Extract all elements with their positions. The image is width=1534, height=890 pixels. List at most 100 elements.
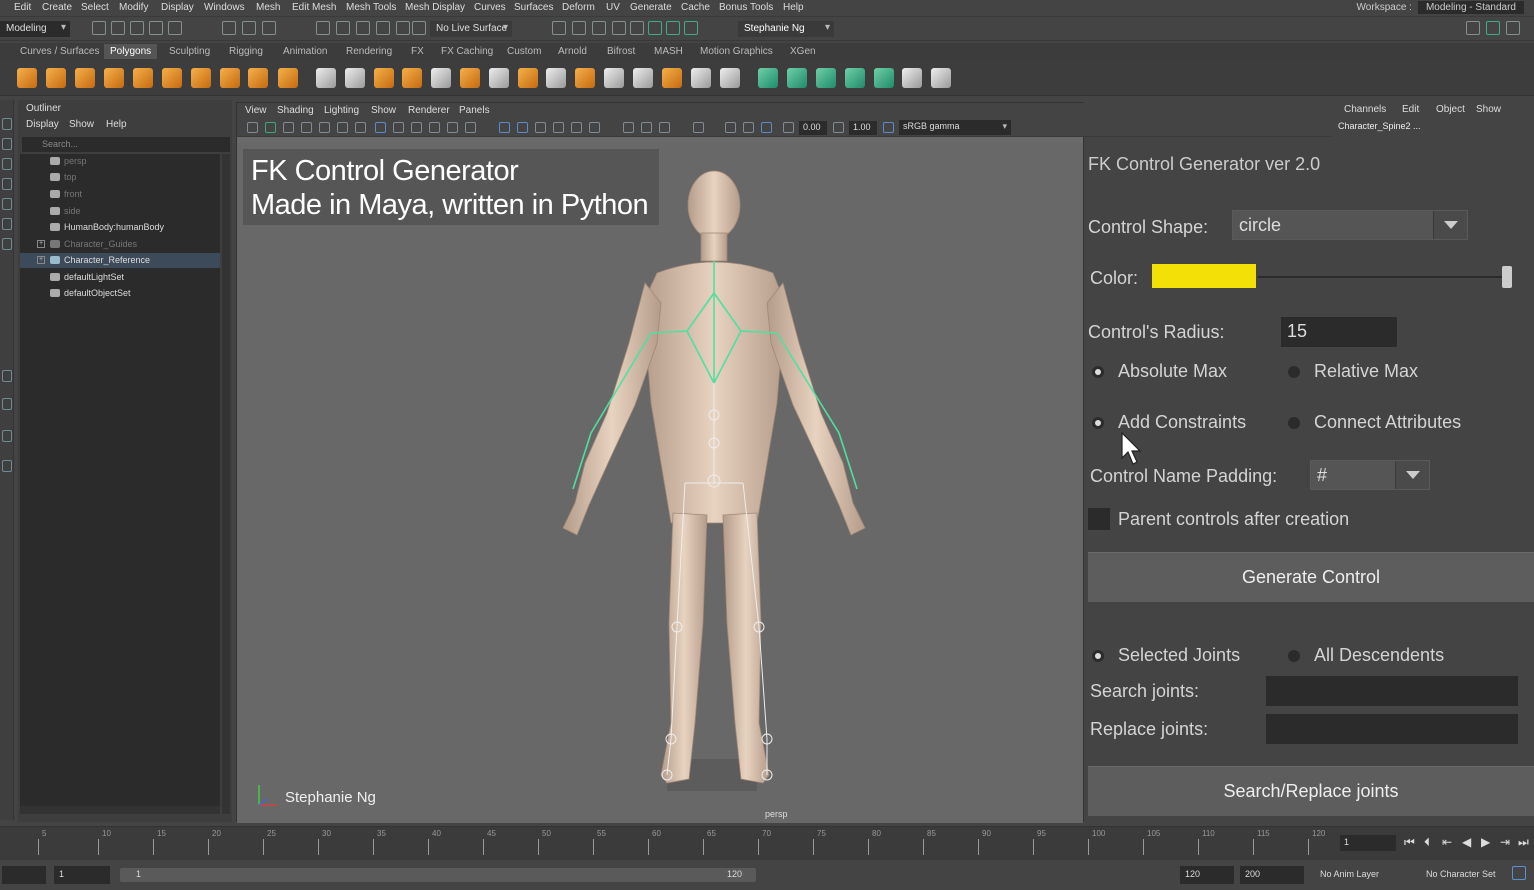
viewport-menu-view[interactable]: View bbox=[245, 105, 267, 116]
select-edge-loop-icon[interactable] bbox=[758, 68, 778, 88]
render-frame-icon[interactable] bbox=[572, 21, 586, 35]
play-forwards-icon[interactable]: ▶ bbox=[1481, 835, 1490, 849]
outliner-menu-display[interactable]: Display bbox=[26, 119, 59, 130]
menu-curves[interactable]: Curves bbox=[474, 2, 506, 13]
ambient-occlusion-icon[interactable] bbox=[553, 122, 564, 133]
shelf-tab-animation[interactable]: Animation bbox=[283, 46, 327, 57]
color-slider-handle[interactable] bbox=[1502, 266, 1512, 288]
outliner-menu-show[interactable]: Show bbox=[69, 119, 94, 130]
save-scene-icon[interactable] bbox=[130, 21, 144, 35]
playback-start-field[interactable]: 1 bbox=[54, 866, 110, 884]
poly-torus-icon[interactable] bbox=[162, 68, 182, 88]
menu-windows[interactable]: Windows bbox=[204, 2, 245, 13]
all-descendents-radio[interactable] bbox=[1288, 650, 1300, 662]
shelf-tab-bifrost[interactable]: Bifrost bbox=[607, 46, 635, 57]
channel-box-icon[interactable] bbox=[684, 21, 698, 35]
shelf-tab-custom[interactable]: Custom bbox=[507, 46, 541, 57]
snap-curve-icon[interactable] bbox=[336, 21, 350, 35]
poly-pyramid-icon[interactable] bbox=[191, 68, 211, 88]
soft-select-icon[interactable] bbox=[931, 68, 951, 88]
shelf-tab-fx[interactable]: FX bbox=[411, 46, 424, 57]
rotate-tool-icon[interactable] bbox=[2, 198, 12, 210]
step-back-key-icon[interactable]: ⇤ bbox=[1442, 835, 1452, 849]
grow-selection-icon[interactable] bbox=[874, 68, 894, 88]
viewport-menu-panels[interactable]: Panels bbox=[459, 105, 490, 116]
isolate-icon[interactable] bbox=[535, 122, 546, 133]
channels-menu-show[interactable]: Show bbox=[1476, 104, 1501, 115]
animation-end-field[interactable]: 200 bbox=[1240, 866, 1304, 884]
view-transform-dropdown[interactable]: sRGB gamma bbox=[899, 120, 1011, 135]
grid-icon[interactable] bbox=[355, 122, 366, 133]
selected-joints-radio[interactable] bbox=[1092, 650, 1104, 662]
channels-menu-channels[interactable]: Channels bbox=[1344, 104, 1386, 115]
expand-icon[interactable]: + bbox=[37, 256, 45, 264]
new-scene-icon[interactable] bbox=[92, 21, 106, 35]
resolution-gate-icon[interactable] bbox=[641, 122, 652, 133]
character-set-dropdown[interactable]: No Character Set bbox=[1426, 869, 1496, 879]
side-layout-icon[interactable] bbox=[2, 430, 12, 442]
go-to-end-icon[interactable]: ⏭ bbox=[1518, 835, 1529, 850]
chevron-down-icon[interactable] bbox=[1433, 211, 1467, 239]
radius-input[interactable]: 15 bbox=[1281, 317, 1397, 347]
render-view-icon[interactable] bbox=[612, 21, 626, 35]
bridge-icon[interactable] bbox=[489, 68, 509, 88]
poly-text-icon[interactable] bbox=[248, 68, 268, 88]
separate-icon[interactable] bbox=[345, 68, 365, 88]
search-joints-input[interactable] bbox=[1266, 676, 1518, 706]
select-tool-icon[interactable] bbox=[2, 118, 12, 130]
open-scene-icon[interactable] bbox=[111, 21, 125, 35]
safe-action-icon[interactable] bbox=[725, 122, 736, 133]
viewport-menu-lighting[interactable]: Lighting bbox=[324, 105, 359, 116]
outliner-horizontal-scrollbar[interactable] bbox=[20, 806, 220, 814]
last-tool-icon[interactable] bbox=[2, 238, 12, 250]
move-tool-icon[interactable] bbox=[2, 178, 12, 190]
play-backwards-icon[interactable]: ◀ bbox=[1462, 835, 1471, 849]
select-camera-icon[interactable] bbox=[247, 122, 258, 133]
menu-display[interactable]: Display bbox=[161, 2, 194, 13]
relative-max-radio[interactable] bbox=[1288, 366, 1300, 378]
shelf-tab-rigging[interactable]: Rigging bbox=[229, 46, 263, 57]
gamma-icon[interactable] bbox=[833, 122, 844, 133]
outliner-item-default-object-set[interactable]: defaultObjectSet bbox=[20, 286, 220, 301]
poly-cone-icon[interactable] bbox=[104, 68, 124, 88]
poly-svg-icon[interactable] bbox=[278, 68, 298, 88]
menu-modify[interactable]: Modify bbox=[119, 2, 148, 13]
film-gate-icon[interactable] bbox=[761, 122, 772, 133]
merge-icon[interactable] bbox=[546, 68, 566, 88]
depth-of-field-icon[interactable] bbox=[623, 122, 634, 133]
padding-dropdown[interactable]: # bbox=[1310, 460, 1430, 490]
wireframe-on-shaded-icon[interactable] bbox=[411, 122, 422, 133]
generate-control-button[interactable]: Generate Control bbox=[1088, 552, 1534, 602]
four-layout-icon[interactable] bbox=[2, 398, 12, 410]
character-model[interactable] bbox=[237, 143, 1083, 823]
scale-tool-icon[interactable] bbox=[2, 218, 12, 230]
connect-attributes-radio[interactable] bbox=[1288, 417, 1300, 429]
snap-view-icon[interactable] bbox=[376, 21, 390, 35]
menu-cache[interactable]: Cache bbox=[681, 2, 710, 13]
attribute-editor-icon[interactable] bbox=[666, 21, 680, 35]
select-shell-icon[interactable] bbox=[845, 68, 865, 88]
shelf-tab-arnold[interactable]: Arnold bbox=[558, 46, 587, 57]
ipr-render-icon[interactable] bbox=[592, 21, 606, 35]
shadows-icon[interactable] bbox=[465, 122, 476, 133]
poly-cylinder-icon[interactable] bbox=[75, 68, 95, 88]
timeline-ruler[interactable]: 5 10 15 20 25 30 35 40 45 50 55 60 65 70… bbox=[8, 827, 1334, 859]
poly-cube-icon[interactable] bbox=[46, 68, 66, 88]
all-descendents-label[interactable]: All Descendents bbox=[1314, 645, 1444, 666]
settings-icon[interactable] bbox=[1506, 21, 1520, 35]
exposure-field[interactable]: 0.00 bbox=[799, 121, 827, 135]
parent-controls-checkbox[interactable] bbox=[1088, 508, 1110, 530]
menu-generate[interactable]: Generate bbox=[630, 2, 672, 13]
replace-joints-input[interactable] bbox=[1266, 714, 1518, 744]
xray-joints-icon[interactable] bbox=[517, 122, 528, 133]
absolute-max-radio[interactable] bbox=[1092, 366, 1104, 378]
absolute-max-label[interactable]: Absolute Max bbox=[1118, 361, 1227, 382]
multi-cut-icon[interactable] bbox=[604, 68, 624, 88]
select-edge-ring-icon[interactable] bbox=[787, 68, 807, 88]
outliner-item-front[interactable]: front bbox=[20, 187, 220, 202]
menu-bonus-tools[interactable]: Bonus Tools bbox=[719, 2, 773, 13]
add-constraints-label[interactable]: Add Constraints bbox=[1118, 412, 1246, 433]
2d-pan-icon[interactable] bbox=[319, 122, 330, 133]
textured-icon[interactable] bbox=[429, 122, 440, 133]
select-component-icon[interactable] bbox=[262, 21, 276, 35]
